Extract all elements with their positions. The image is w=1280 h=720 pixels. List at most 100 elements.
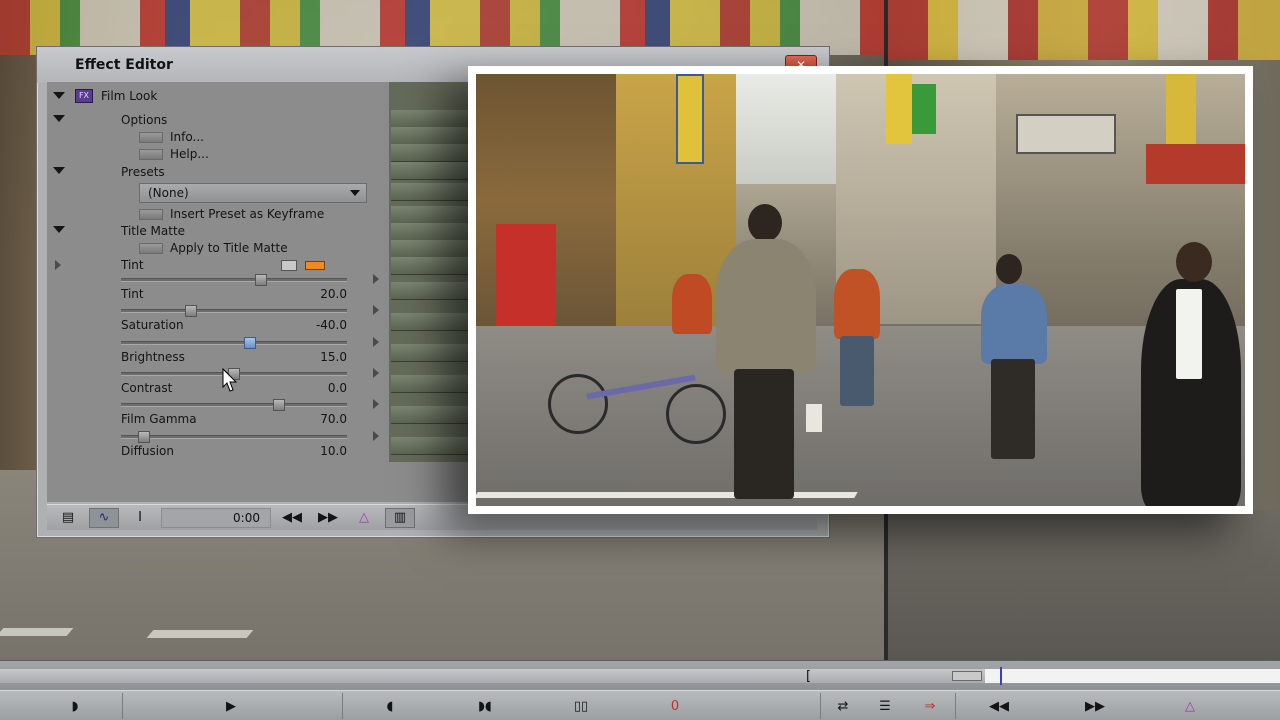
yellow-sign: [676, 74, 704, 164]
white-shirt: [1176, 289, 1202, 379]
record-icon[interactable]: 0: [660, 695, 690, 717]
parameter-panel-footer: [47, 462, 485, 502]
store-sign: [1016, 114, 1116, 154]
timeline-position-area[interactable]: [985, 669, 1280, 683]
crosswalk-line: [476, 492, 858, 498]
slider-thumb[interactable]: [137, 430, 150, 443]
slider-track[interactable]: [121, 336, 347, 349]
effect-name: Film Look: [101, 89, 158, 103]
collapse-triangle-icon[interactable]: [53, 92, 65, 99]
bicycle-wheel: [666, 384, 726, 444]
effect-header[interactable]: FX Film Look: [47, 88, 389, 104]
mark-out-icon[interactable]: ◗: [60, 695, 90, 717]
slider-thumb[interactable]: [185, 305, 198, 318]
mark-in-icon[interactable]: ◖: [375, 695, 405, 717]
person-head: [996, 254, 1022, 284]
overwrite-icon[interactable]: ⇒: [915, 695, 945, 717]
road-stripe: [146, 630, 254, 638]
slider-thumb[interactable]: [255, 274, 268, 286]
rewind-icon[interactable]: ◀◀: [984, 695, 1014, 717]
parameter-row: Brightness 15.0: [47, 350, 389, 366]
parameter-label: Saturation: [121, 318, 184, 333]
slider-track[interactable]: [121, 399, 347, 412]
splice-in-icon[interactable]: ⇄: [828, 695, 858, 717]
person-head: [1176, 242, 1212, 282]
expand-triangle-icon[interactable]: [373, 430, 379, 441]
parameter-row: Contrast 0.0: [47, 381, 389, 397]
options-section[interactable]: Options: [47, 112, 389, 128]
title-matte-section[interactable]: Title Matte: [47, 223, 389, 239]
expand-triangle-icon[interactable]: [373, 399, 379, 410]
slider-thumb[interactable]: [273, 399, 286, 412]
tint-color-swatch[interactable]: [305, 261, 325, 270]
color-picker-icon[interactable]: [281, 260, 297, 271]
apply-title-matte-checkbox[interactable]: [139, 243, 163, 254]
timeline-scroll-handle[interactable]: [952, 671, 982, 681]
parameter-value[interactable]: 15.0: [320, 350, 347, 364]
expand-triangle-icon[interactable]: [373, 274, 379, 284]
timecode-display[interactable]: 0:00: [161, 507, 271, 528]
slider-thumb[interactable]: [243, 336, 256, 349]
apply-title-matte-row[interactable]: Apply to Title Matte: [47, 240, 389, 256]
add-keyframe-icon[interactable]: △: [1175, 695, 1205, 717]
expand-triangle-icon[interactable]: [373, 336, 379, 347]
add-keyframe-icon[interactable]: △: [349, 508, 379, 528]
help-button[interactable]: [139, 149, 163, 160]
divider: [955, 693, 956, 719]
expand-triangle-icon[interactable]: [373, 367, 379, 378]
play-icon[interactable]: ▶: [216, 695, 246, 717]
collapse-triangle-icon[interactable]: [53, 167, 65, 174]
lift-icon[interactable]: ☰: [870, 695, 900, 717]
effect-mode-icon[interactable]: ∿: [89, 507, 119, 528]
fx-film-icon: FX: [75, 89, 93, 103]
slider-track[interactable]: [121, 274, 347, 286]
clear-marks-icon[interactable]: ◗◖: [470, 695, 500, 717]
parameter-value[interactable]: 20.0: [320, 287, 347, 301]
parameter-label: Tint: [121, 287, 144, 301]
parameter-value[interactable]: 0.0: [328, 381, 347, 395]
parameter-row: Saturation -40.0: [47, 318, 389, 334]
pedestrian-red: [672, 274, 712, 334]
parameter-value[interactable]: 10.0: [320, 444, 347, 458]
info-row[interactable]: Info...: [47, 129, 389, 145]
parameter-row: Film Gamma 70.0: [47, 412, 389, 428]
bicycle-wheel: [548, 374, 608, 434]
red-store-sign: [1146, 144, 1245, 184]
tint-color-row[interactable]: Tint: [47, 257, 389, 273]
parameter-value[interactable]: 70.0: [320, 412, 347, 426]
collapse-triangle-icon[interactable]: [53, 115, 65, 122]
split-icon[interactable]: ▯▯: [566, 695, 596, 717]
playhead-marker[interactable]: [1000, 667, 1002, 685]
preset-value: (None): [148, 186, 189, 200]
slider-track[interactable]: [121, 430, 347, 443]
parameter-value[interactable]: -40.0: [316, 318, 347, 332]
lane-mark: [806, 404, 822, 432]
effect-palette-icon[interactable]: ▤: [53, 508, 83, 528]
dvd-sign: [1166, 74, 1196, 144]
expand-triangle-icon[interactable]: [373, 305, 379, 316]
rewind-icon[interactable]: ◀◀: [277, 508, 307, 528]
divider: [122, 693, 123, 719]
insert-preset-checkbox[interactable]: [139, 209, 163, 220]
fast-forward-icon[interactable]: ▶▶: [1080, 695, 1110, 717]
position-bar-icon[interactable]: I: [125, 508, 155, 528]
fast-forward-icon[interactable]: ▶▶: [313, 508, 343, 528]
window-title: Effect Editor: [75, 57, 173, 73]
render-icon[interactable]: ▥: [385, 507, 415, 528]
insert-preset-row[interactable]: Insert Preset as Keyframe: [47, 206, 389, 222]
timeline-bar[interactable]: [: [0, 660, 1280, 690]
apply-title-matte-label: Apply to Title Matte: [170, 241, 288, 255]
collapse-triangle-icon[interactable]: [53, 226, 65, 233]
presets-section[interactable]: Presets: [47, 164, 389, 180]
help-row[interactable]: Help...: [47, 146, 389, 162]
preset-dropdown[interactable]: (None): [139, 183, 367, 203]
expand-triangle-icon[interactable]: [55, 260, 61, 270]
divider: [820, 693, 821, 719]
mouse-pointer-icon: [222, 367, 238, 392]
parameter-row: Tint 20.0: [47, 287, 389, 303]
sky: [731, 74, 841, 184]
options-label: Options: [121, 113, 168, 127]
slider-track[interactable]: [121, 305, 347, 318]
parameter-label: Diffusion: [121, 443, 174, 458]
info-button[interactable]: [139, 132, 163, 143]
